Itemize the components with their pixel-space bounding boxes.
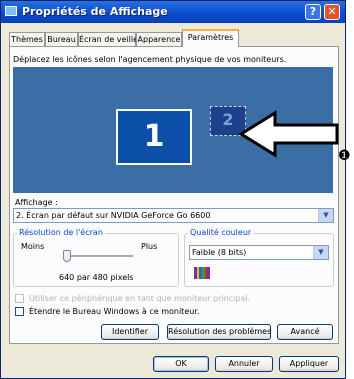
annotation-arrow-shape (238, 110, 339, 158)
chevron-down-icon[interactable]: ▼ (313, 246, 328, 259)
resolution-min-label: Moins (21, 242, 45, 251)
tab-appearance[interactable]: Apparence (136, 32, 182, 46)
troubleshoot-button[interactable]: Résolution des problèmes (167, 324, 271, 340)
help-button[interactable]: ? (305, 4, 321, 20)
tab-screensaver[interactable]: Écran de veille (78, 32, 138, 46)
close-button[interactable]: ✕ (324, 4, 340, 20)
title-bar[interactable]: Propriétés de Affichage ? ✕ (1, 1, 345, 23)
display-select[interactable]: 2. Écran par défaut sur NVIDIA GeForce G… (13, 208, 334, 223)
display-label: Affichage : (15, 198, 58, 207)
apply-button[interactable]: Appliquer (279, 356, 339, 372)
color-palette-icon (194, 267, 211, 279)
display-properties-window: Propriétés de Affichage ? ✕ Thèmes Burea… (0, 0, 351, 379)
annotation-arrow (238, 110, 339, 158)
primary-monitor-label: Utiliser ce périphérique en tant que mon… (29, 294, 251, 303)
advanced-button[interactable]: Avancé (277, 324, 333, 340)
identify-button[interactable]: Identifier (101, 324, 159, 340)
chevron-down-icon[interactable]: ▼ (318, 209, 333, 222)
extend-desktop-label: Étendre le Bureau Windows à ce moniteur. (29, 307, 200, 316)
tab-settings[interactable]: Paramètres (182, 29, 239, 47)
cancel-button[interactable]: Annuler (215, 356, 273, 372)
ok-button[interactable]: OK (153, 356, 209, 372)
window-title: Propriétés de Affichage (22, 5, 168, 18)
monitor-1[interactable]: 1 (116, 109, 192, 165)
annotation-marker-1: ❶ (338, 148, 351, 164)
display-select-value: 2. Écran par défaut sur NVIDIA GeForce G… (16, 211, 211, 220)
tab-themes[interactable]: Thèmes (9, 32, 45, 46)
tab-bureau[interactable]: Bureau (45, 32, 78, 46)
resolution-value: 640 par 480 pixels (59, 273, 134, 282)
resolution-slider-thumb[interactable] (63, 250, 71, 262)
extend-desktop-checkbox[interactable] (15, 307, 24, 316)
resolution-max-label: Plus (141, 242, 158, 251)
display-icon (5, 6, 17, 16)
resolution-slider-track[interactable] (63, 255, 133, 258)
palette-swatch (207, 267, 211, 279)
color-quality-title: Qualité couleur (188, 228, 254, 237)
color-quality-select[interactable]: Faible (8 bits) ▼ (189, 245, 329, 260)
primary-monitor-checkbox[interactable] (15, 294, 24, 303)
monitor-arrangement-instructions: Déplacez les icônes selon l'agencement p… (13, 55, 287, 64)
resolution-title: Résolution de l'écran (17, 228, 105, 237)
color-quality-value: Faible (8 bits) (192, 248, 247, 257)
